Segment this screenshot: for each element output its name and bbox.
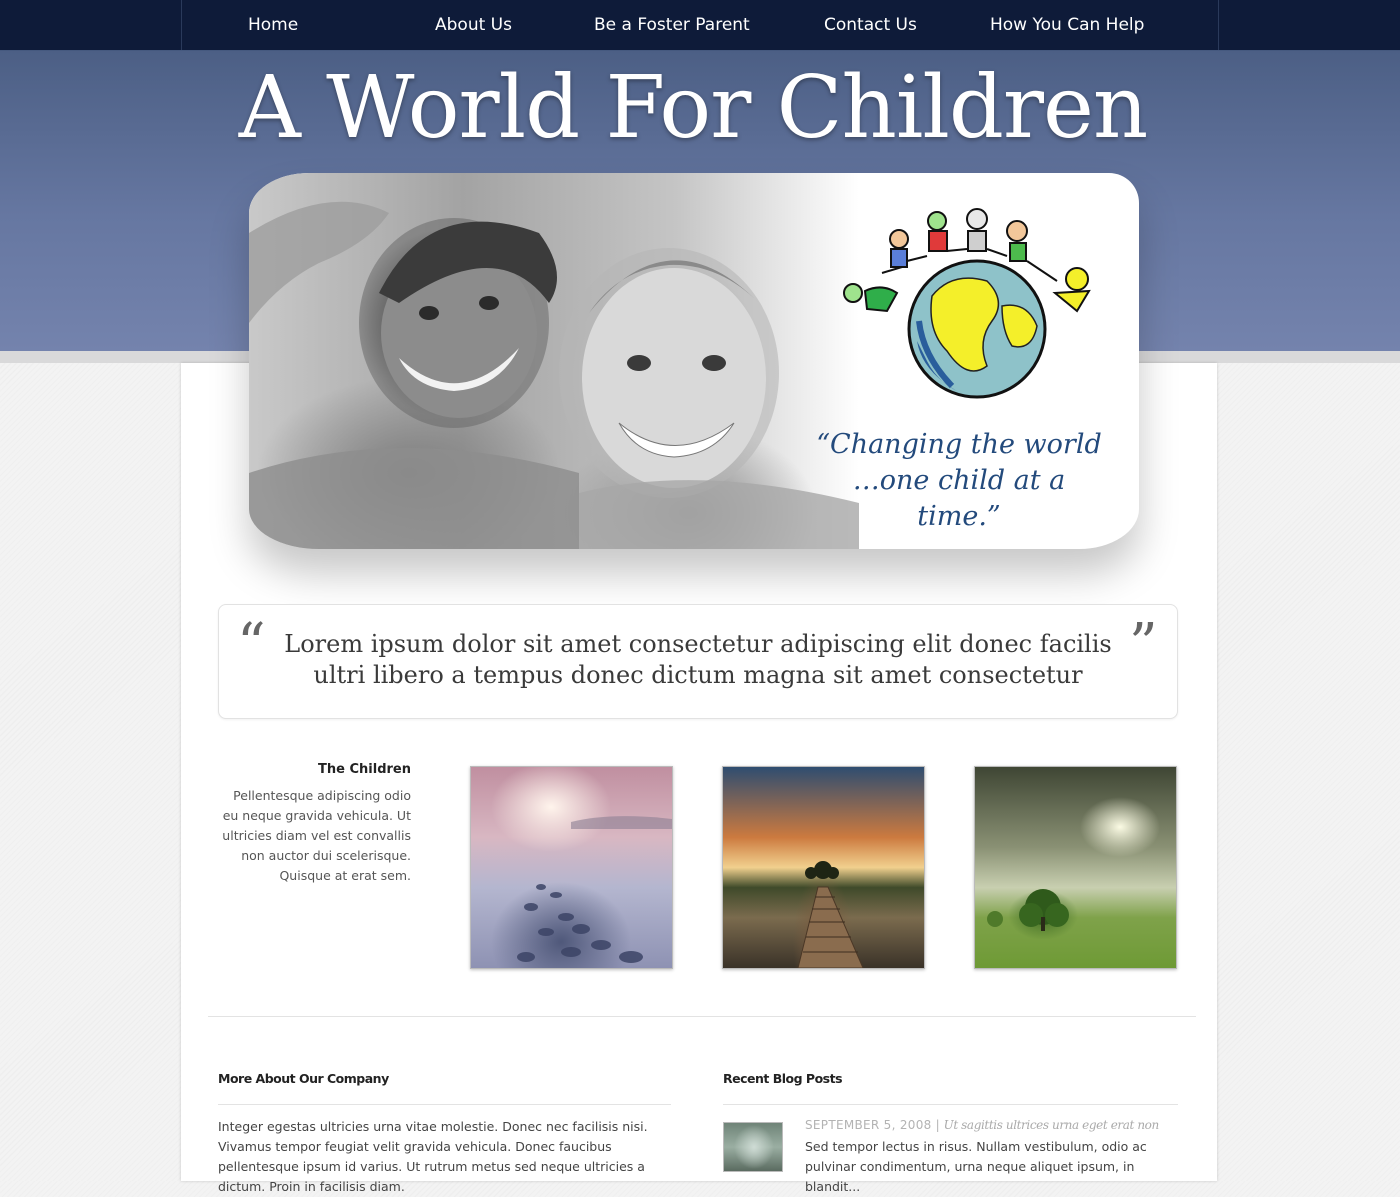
blog-post-thumbnail[interactable] <box>723 1122 783 1172</box>
top-nav-bar: Home About Us Be a Foster Parent Contact… <box>0 0 1400 51</box>
company-text: Integer egestas ultricies urna vitae mol… <box>218 1119 648 1194</box>
blog-post-date: SEPTEMBER 5, 2008 <box>805 1118 932 1132</box>
misty-lake-photo[interactable] <box>470 766 673 969</box>
children-description: Pellentesque adipiscing odio eu neque gr… <box>222 788 411 883</box>
blog-post-excerpt: Sed tempor lectus in risus. Nullam vesti… <box>805 1139 1147 1194</box>
company-heading-rule <box>218 1104 671 1105</box>
nav-item-foster-parent[interactable]: Be a Foster Parent <box>594 0 750 50</box>
nav-item-about-us[interactable]: About Us <box>435 0 512 50</box>
tree-field-photo[interactable] <box>974 766 1177 969</box>
quote-box: “ Lorem ipsum dolor sit amet consectetur… <box>218 604 1178 719</box>
pier-sunset-photo[interactable] <box>722 766 925 969</box>
tree-field-shapes <box>987 889 1069 931</box>
site-title: A World For Children <box>238 58 1149 158</box>
tagline-line-1: “Changing the world <box>816 429 1102 460</box>
misty-lake-shapes <box>517 816 672 963</box>
pier-sunset-shapes <box>797 861 864 969</box>
nav-item-home[interactable]: Home <box>248 0 298 50</box>
hero-card: “Changing the world …one child at a time… <box>249 173 1139 549</box>
children-photo <box>249 173 859 549</box>
company-heading: More About Our Company <box>218 1071 389 1086</box>
children-photo-shapes <box>249 201 859 549</box>
blog-post-separator: | <box>935 1118 940 1132</box>
children-heading: The Children <box>318 762 411 777</box>
quote-text: Lorem ipsum dolor sit amet consectetur a… <box>284 630 1112 689</box>
blog-post-title-link[interactable]: Ut sagittis ultrices urna eget erat non <box>944 1118 1160 1132</box>
tagline-line-2: …one child at a time.” <box>852 465 1066 532</box>
tagline: “Changing the world …one child at a time… <box>809 427 1109 535</box>
globe-kids-logo-icon <box>843 208 1091 399</box>
blog-heading: Recent Blog Posts <box>723 1071 843 1086</box>
nav-item-how-you-can-help[interactable]: How You Can Help <box>990 0 1144 50</box>
blog-post-meta: SEPTEMBER 5, 2008 | Ut sagittis ultrices u… <box>805 1118 1159 1132</box>
close-quote-icon: ” <box>1129 612 1158 677</box>
open-quote-icon: “ <box>237 612 266 677</box>
nav-item-contact-us[interactable]: Contact Us <box>824 0 917 50</box>
section-divider <box>208 1016 1196 1017</box>
blog-heading-rule <box>723 1104 1178 1105</box>
